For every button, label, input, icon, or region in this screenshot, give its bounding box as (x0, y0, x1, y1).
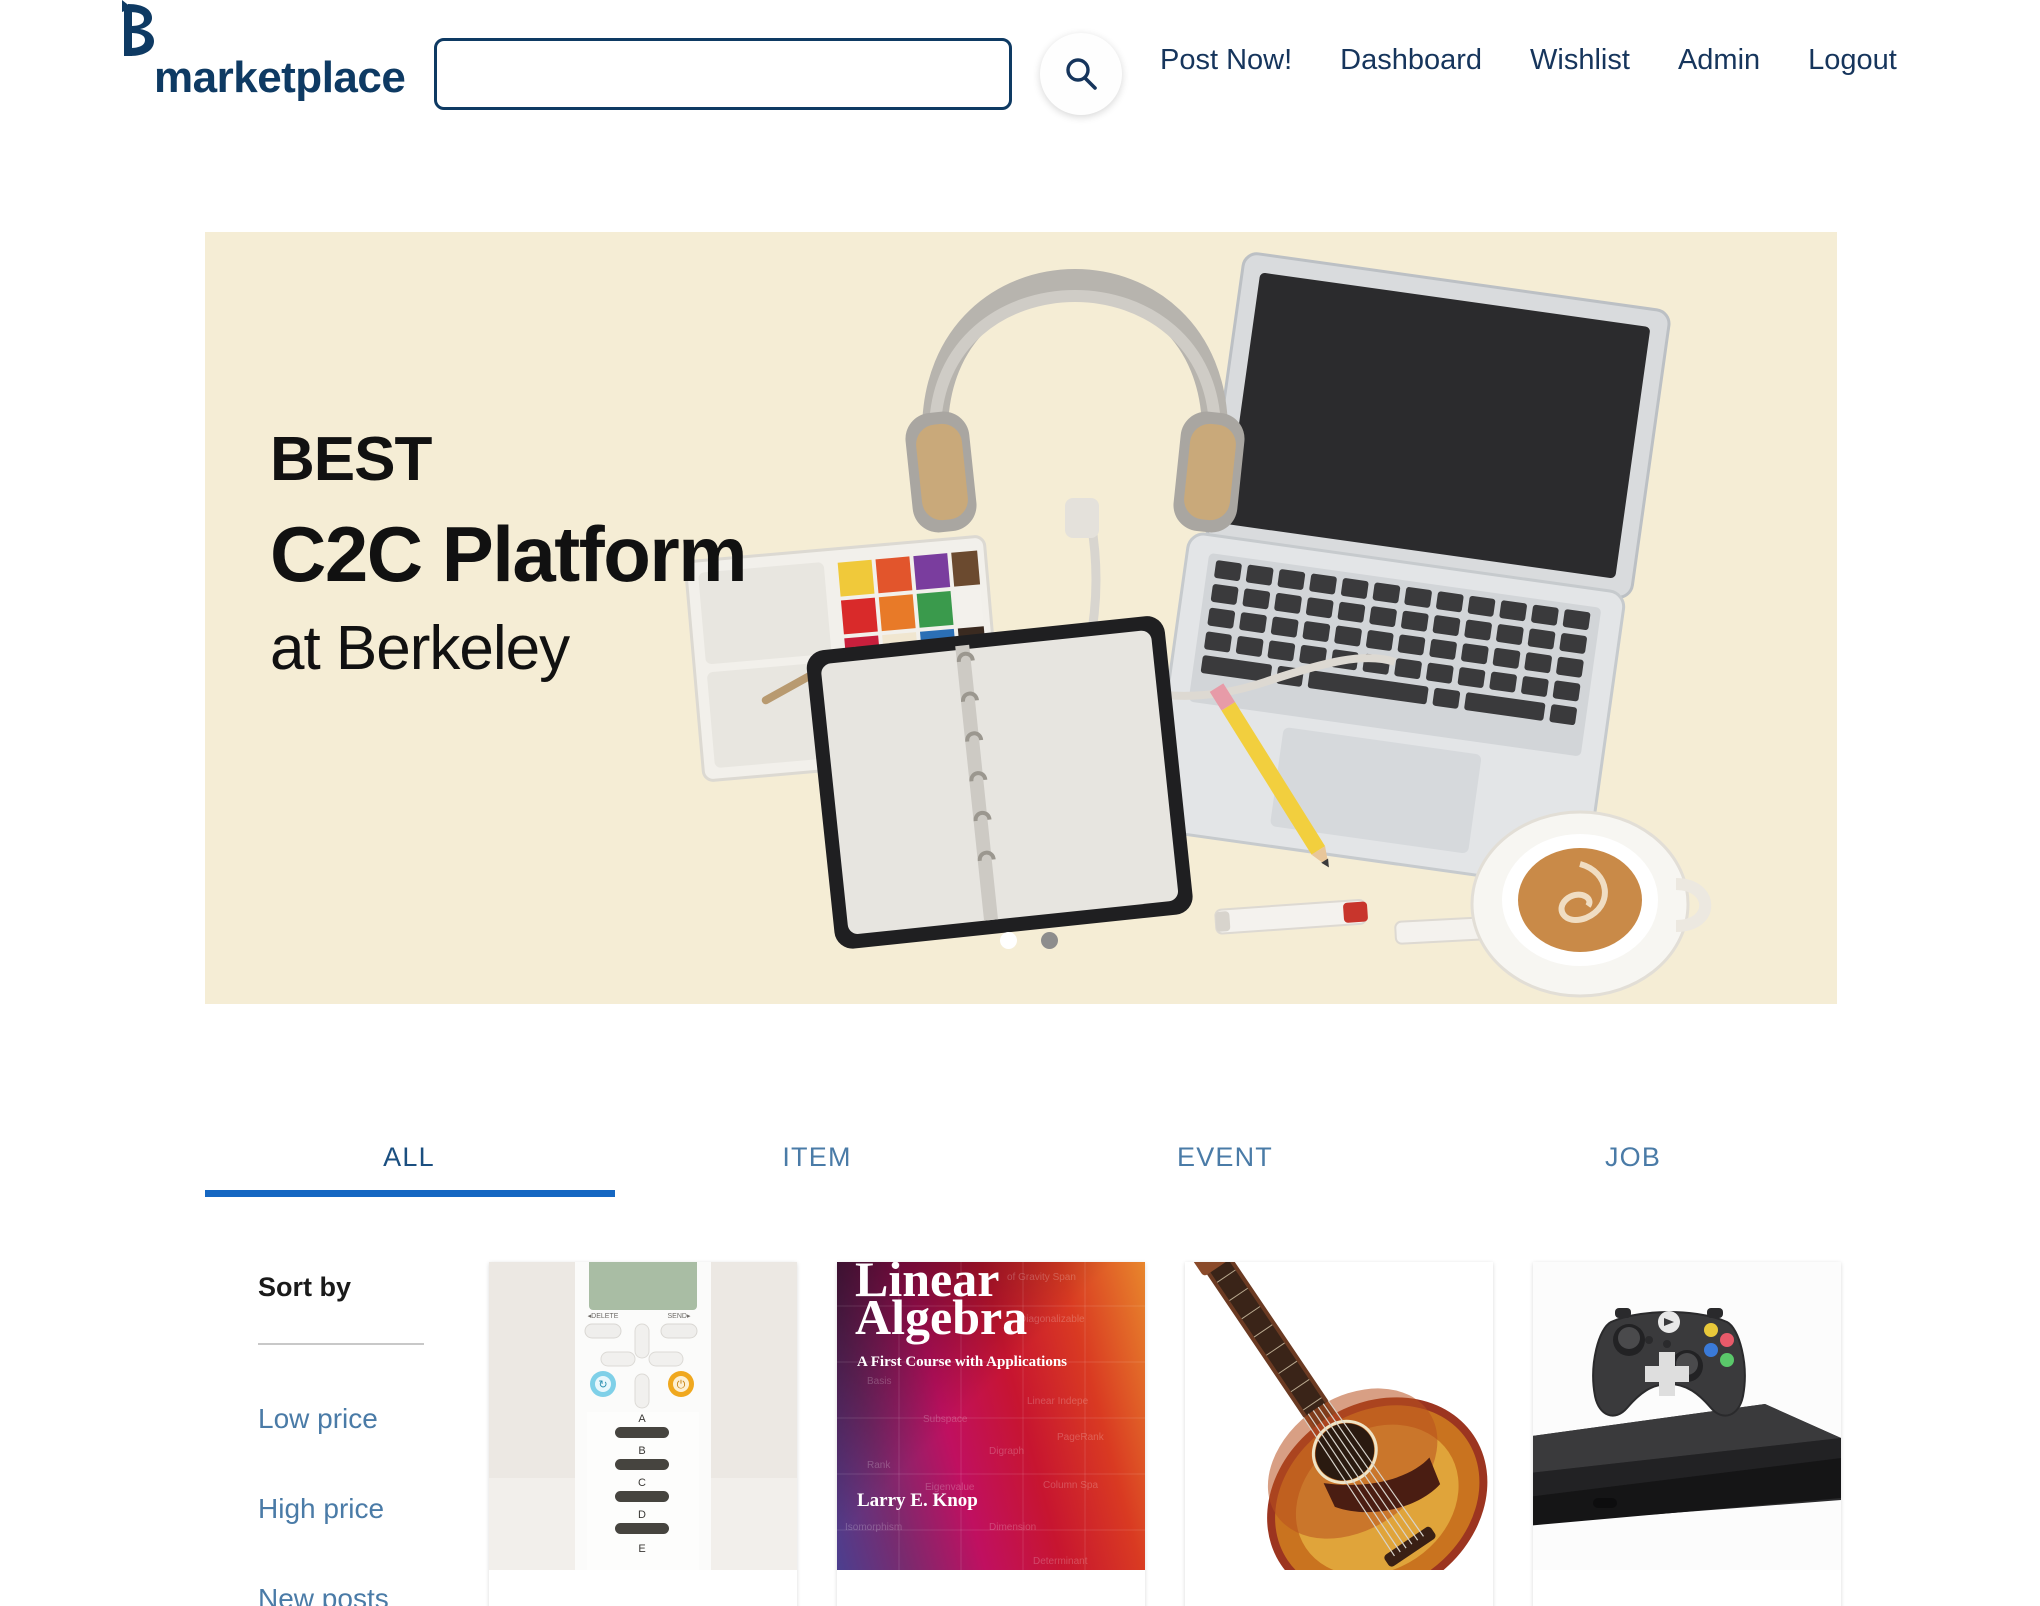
svg-text:C: C (638, 1477, 646, 1489)
banner-line-3: at Berkeley (270, 613, 570, 683)
site-logo[interactable]: marketplace (118, 0, 406, 103)
svg-text:Larry E. Knop: Larry E. Knop (857, 1490, 978, 1511)
svg-text:Digraph: Digraph (989, 1446, 1024, 1457)
svg-text:Algebra: Algebra (855, 1289, 1027, 1345)
tab-event[interactable]: EVENT (1021, 1118, 1429, 1196)
product-grid: ◂DELETE SEND▸ ↻ ⏻ A B C D E of Gravity S… (489, 1262, 1841, 1606)
svg-text:of Gravity Span: of Gravity Span (1007, 1272, 1076, 1283)
svg-text:Rank: Rank (867, 1460, 891, 1471)
product-card-body (489, 1570, 797, 1606)
svg-text:Dimension: Dimension (989, 1522, 1036, 1533)
logo-text: marketplace (154, 53, 406, 102)
product-card-body (837, 1570, 1145, 1606)
remote-control-photo: ◂DELETE SEND▸ ↻ ⏻ A B C D E (489, 1262, 797, 1570)
sort-option-new-posts[interactable]: New posts (258, 1583, 428, 1606)
category-tabs: ALL ITEM EVENT JOB (205, 1118, 1837, 1196)
nav-wishlist[interactable]: Wishlist (1530, 44, 1630, 77)
nav-logout[interactable]: Logout (1808, 44, 1897, 77)
svg-text:D: D (638, 1509, 646, 1521)
b-logo-icon (118, 0, 154, 92)
svg-text:⏻: ⏻ (677, 1379, 686, 1391)
site-header: marketplace Post Now! Dashboard Wishlist… (0, 0, 2040, 152)
tab-job[interactable]: JOB (1429, 1118, 1837, 1196)
svg-text:Determinant: Determinant (1033, 1556, 1088, 1567)
tab-item[interactable]: ITEM (613, 1118, 1021, 1196)
svg-text:SEND▸: SEND▸ (668, 1313, 691, 1320)
product-card-guitar[interactable] (1185, 1262, 1493, 1606)
svg-text:Subspace: Subspace (923, 1414, 968, 1425)
sort-by-heading: Sort by (258, 1272, 352, 1302)
product-image-book: of Gravity Span Diagonalizable Basis Lin… (837, 1262, 1145, 1570)
svg-text:E: E (638, 1543, 645, 1555)
search-button[interactable] (1040, 33, 1122, 115)
carousel-dot-1[interactable] (1000, 932, 1017, 949)
nav-post-now[interactable]: Post Now! (1160, 44, 1292, 77)
carousel-dot-2[interactable] (1041, 932, 1058, 949)
product-image-remote: ◂DELETE SEND▸ ↻ ⏻ A B C D E (489, 1262, 797, 1570)
marketplace-page: marketplace Post Now! Dashboard Wishlist… (0, 0, 2040, 1606)
product-card-body (1533, 1570, 1841, 1606)
svg-text:Column Spa: Column Spa (1043, 1480, 1098, 1491)
svg-text:◂DELETE: ◂DELETE (588, 1313, 619, 1320)
svg-text:Isomorphism: Isomorphism (845, 1522, 902, 1533)
svg-text:↻: ↻ (598, 1379, 607, 1391)
svg-text:Basis: Basis (867, 1376, 891, 1387)
svg-text:A First Course with Applicatio: A First Course with Applications (857, 1354, 1067, 1370)
product-card-remote[interactable]: ◂DELETE SEND▸ ↻ ⏻ A B C D E (489, 1262, 797, 1606)
nav-dashboard[interactable]: Dashboard (1340, 44, 1482, 77)
svg-text:Diagonalizable: Diagonalizable (1019, 1314, 1085, 1325)
hero-banner-carousel[interactable]: BEST C2C Platform at Berkeley (205, 232, 1837, 1004)
sort-panel: Sort by Low price High price New posts (258, 1272, 428, 1606)
svg-text:A: A (638, 1413, 646, 1425)
product-card-console[interactable] (1533, 1262, 1841, 1606)
search-icon (1066, 58, 1097, 90)
tab-all[interactable]: ALL (205, 1118, 613, 1196)
carousel-indicators (1000, 932, 1058, 949)
product-card-book[interactable]: of Gravity Span Diagonalizable Basis Lin… (837, 1262, 1145, 1606)
product-image-console (1533, 1262, 1841, 1570)
product-image-guitar (1185, 1262, 1493, 1570)
sort-divider (258, 1343, 424, 1345)
game-console-photo (1533, 1262, 1841, 1570)
main-navigation: Post Now! Dashboard Wishlist Admin Logou… (1160, 44, 1897, 77)
sort-option-low-price[interactable]: Low price (258, 1403, 428, 1435)
nav-admin[interactable]: Admin (1678, 44, 1760, 77)
svg-text:B: B (638, 1445, 645, 1457)
product-card-body (1185, 1570, 1493, 1606)
acoustic-guitar-photo (1185, 1262, 1493, 1570)
banner-headline: BEST C2C Platform at Berkeley (270, 425, 748, 683)
banner-line-2: C2C Platform (270, 510, 748, 599)
active-tab-indicator (205, 1190, 615, 1197)
linear-algebra-book-cover: of Gravity Span Diagonalizable Basis Lin… (837, 1262, 1145, 1570)
svg-text:PageRank: PageRank (1057, 1432, 1105, 1443)
svg-text:Linear Indepe: Linear Indepe (1027, 1396, 1089, 1407)
search-input[interactable] (434, 38, 1012, 110)
sort-option-high-price[interactable]: High price (258, 1493, 428, 1525)
banner-line-1: BEST (270, 425, 432, 494)
